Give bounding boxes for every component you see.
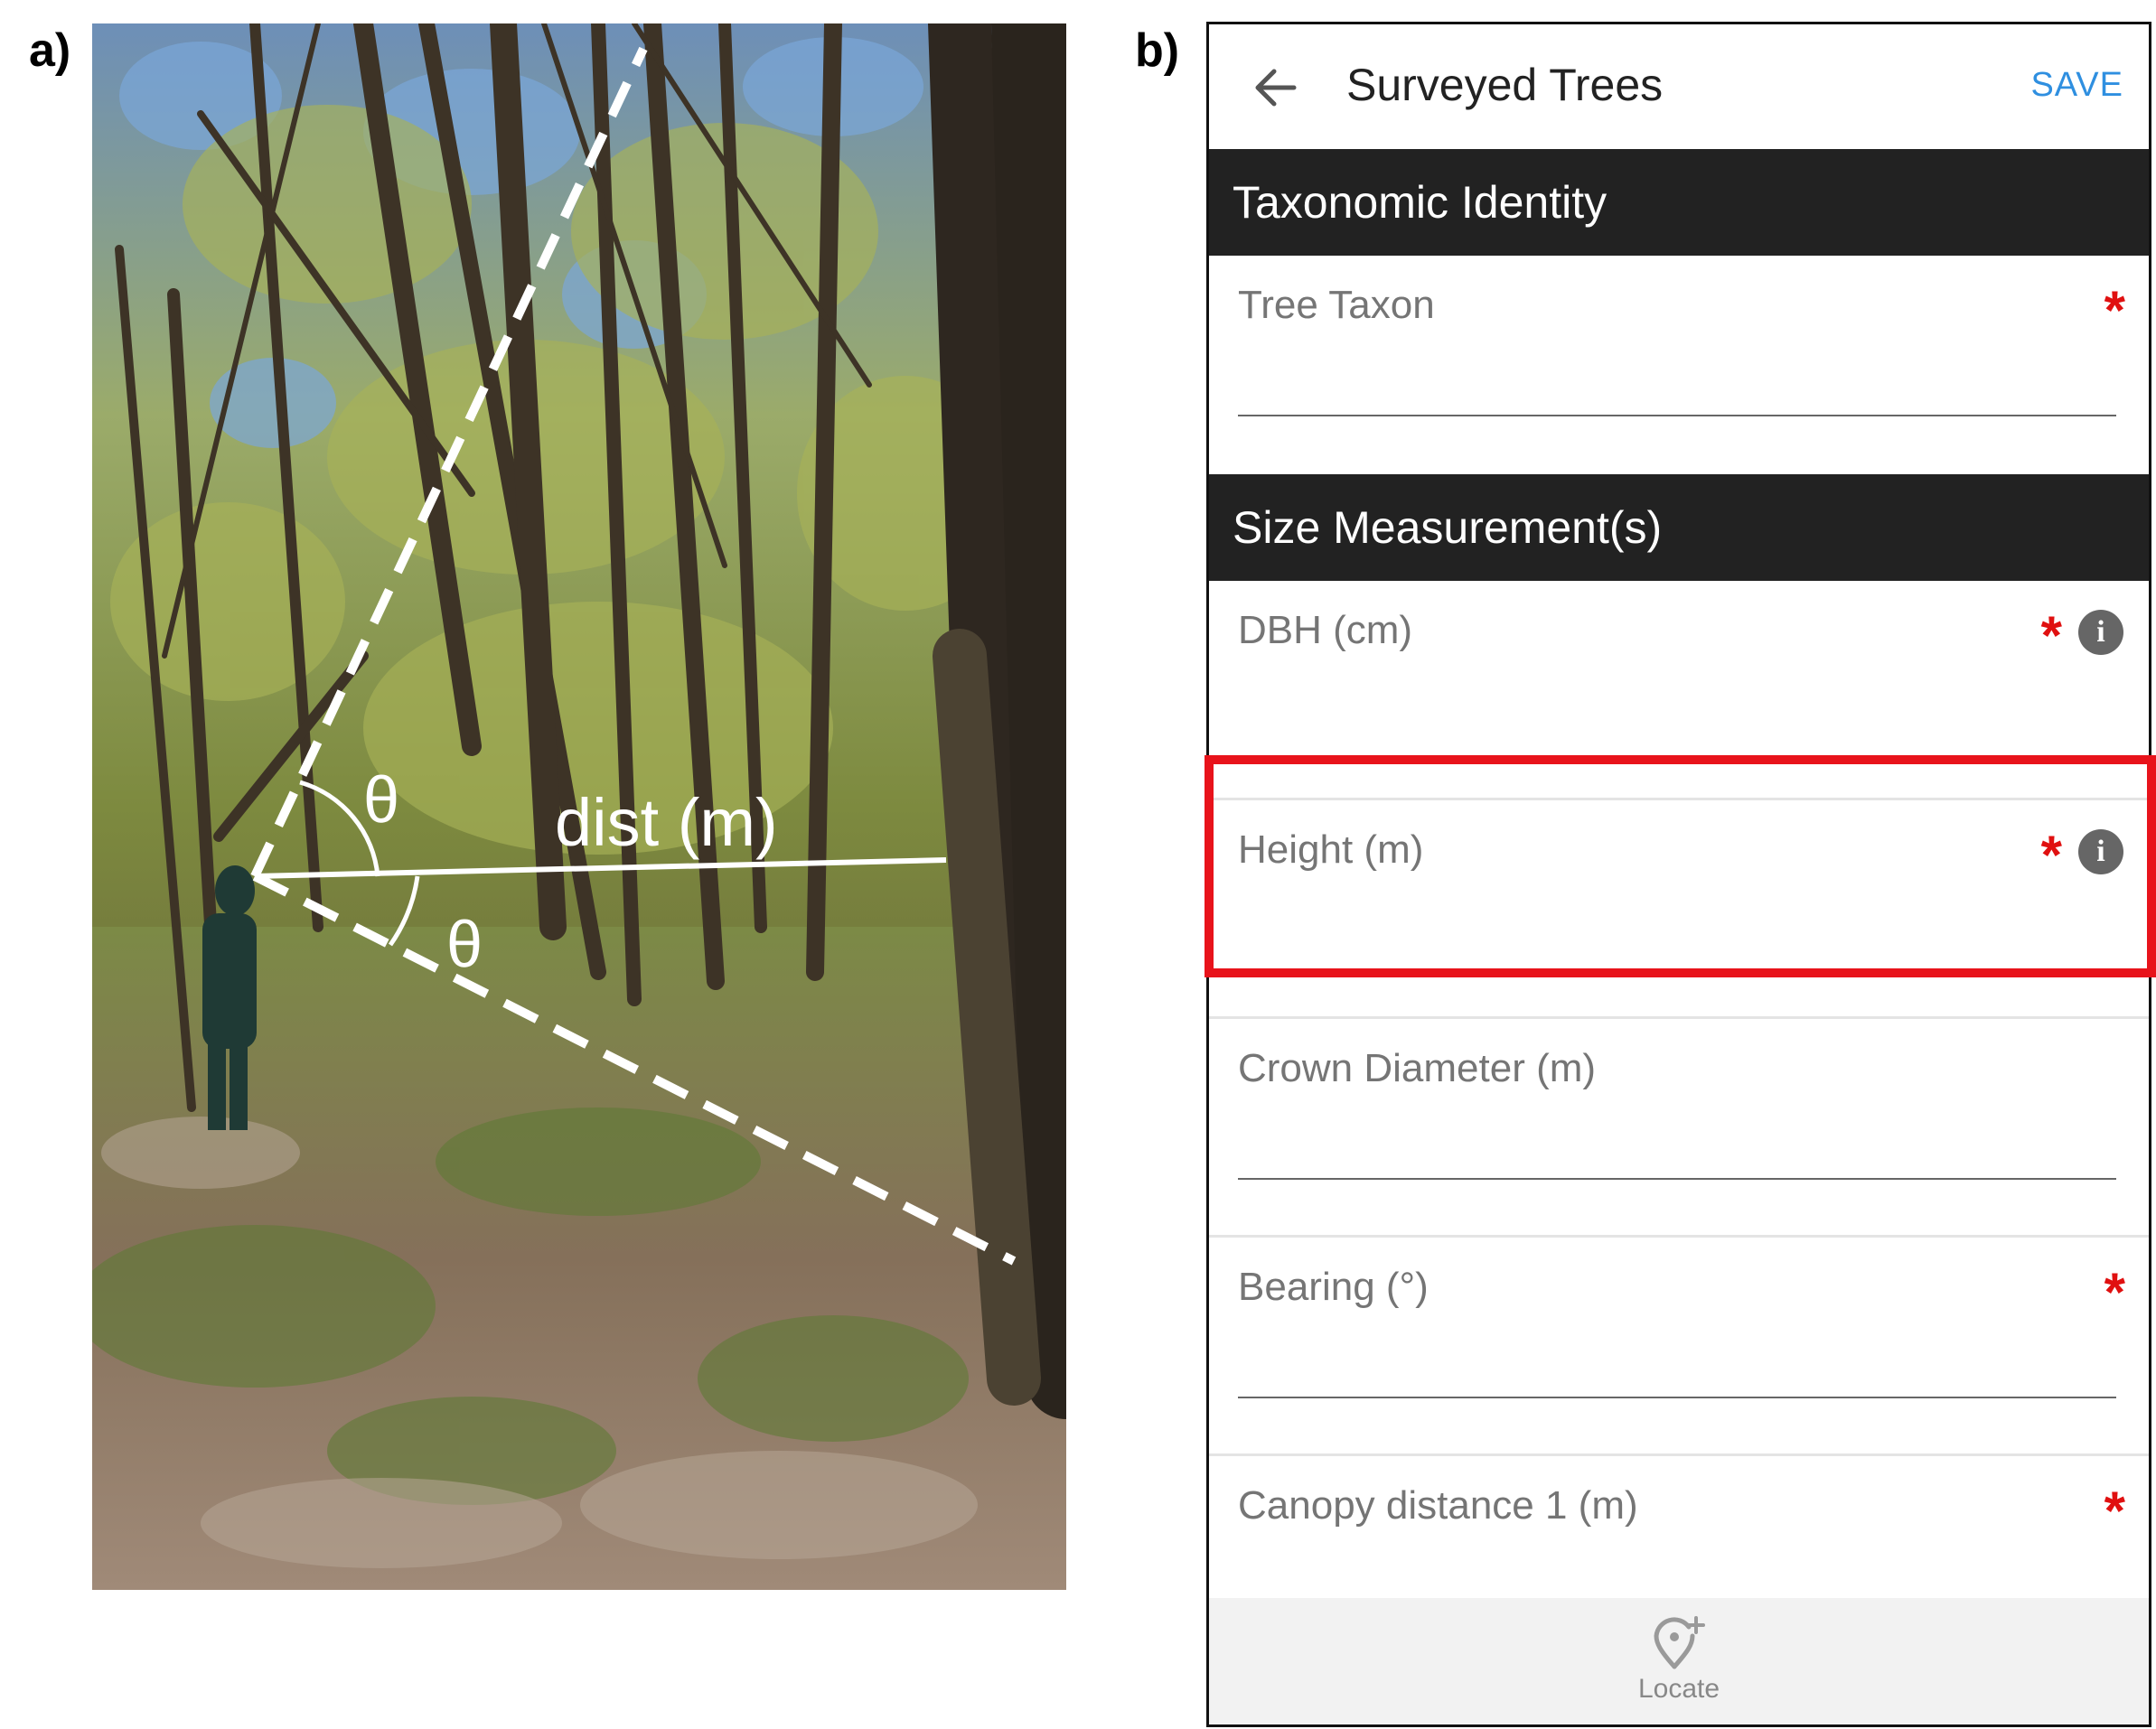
field-label: Height (m) (1238, 827, 1424, 872)
field-label: Crown Diameter (m) (1238, 1046, 1597, 1090)
angle-top-label: θ (363, 764, 399, 836)
height-input[interactable] (1238, 891, 2116, 954)
panel-a-label: a) (29, 24, 71, 77)
input-underline (1238, 1397, 2116, 1398)
input-underline (1238, 1178, 2116, 1180)
field-label: Tree Taxon (1238, 283, 1435, 327)
panel-b-label: b) (1135, 24, 1180, 77)
section-header-taxonomic-identity: Taxonomic Identity (1209, 149, 2149, 256)
required-marker: * (2104, 1481, 2125, 1541)
section-header-size-measurements: Size Measurement(s) (1209, 474, 2149, 581)
info-icon[interactable]: i (2078, 829, 2123, 874)
crown-diameter-input[interactable] (1238, 1109, 2116, 1173)
page-title: Surveyed Trees (1346, 60, 1664, 110)
field-tree-taxon: Tree Taxon * (1209, 256, 2149, 472)
field-dbh: DBH (cm) * i (1209, 581, 2149, 798)
survey-app-screen: Surveyed Trees SAVE Taxonomic Identity T… (1206, 22, 2151, 1727)
required-marker: * (2040, 605, 2062, 666)
field-label: Canopy distance 1 (m) (1238, 1483, 1638, 1528)
map-pin-plus-icon (1654, 1616, 1705, 1669)
tree-taxon-input[interactable] (1238, 346, 2116, 409)
arrow-left-icon[interactable] (1249, 61, 1303, 115)
required-marker: * (2104, 280, 2125, 341)
info-icon[interactable]: i (2078, 610, 2123, 655)
locate-label: Locate (1637, 1674, 1720, 1704)
input-underline (1238, 415, 2116, 416)
forest-photo: θ θ dist (m) (92, 23, 1066, 1590)
bottom-bar: Locate (1209, 1598, 2149, 1724)
angle-bottom-label: θ (446, 909, 483, 981)
field-bearing: Bearing (°) * (1209, 1235, 2149, 1452)
required-marker: * (2040, 825, 2062, 885)
field-height: Height (m) * i (1209, 798, 2149, 1014)
bearing-input[interactable] (1238, 1328, 2116, 1391)
save-button[interactable]: SAVE (2030, 66, 2123, 105)
field-label: DBH (cm) (1238, 608, 1413, 652)
locate-button[interactable]: Locate (1616, 1614, 1742, 1723)
field-label: Bearing (°) (1238, 1265, 1429, 1309)
app-bar: Surveyed Trees SAVE (1209, 24, 2149, 149)
dbh-input[interactable] (1238, 671, 2116, 734)
field-crown-diameter: Crown Diameter (m) (1209, 1016, 2149, 1233)
required-marker: * (2104, 1262, 2125, 1322)
distance-label: dist (m) (555, 785, 778, 860)
